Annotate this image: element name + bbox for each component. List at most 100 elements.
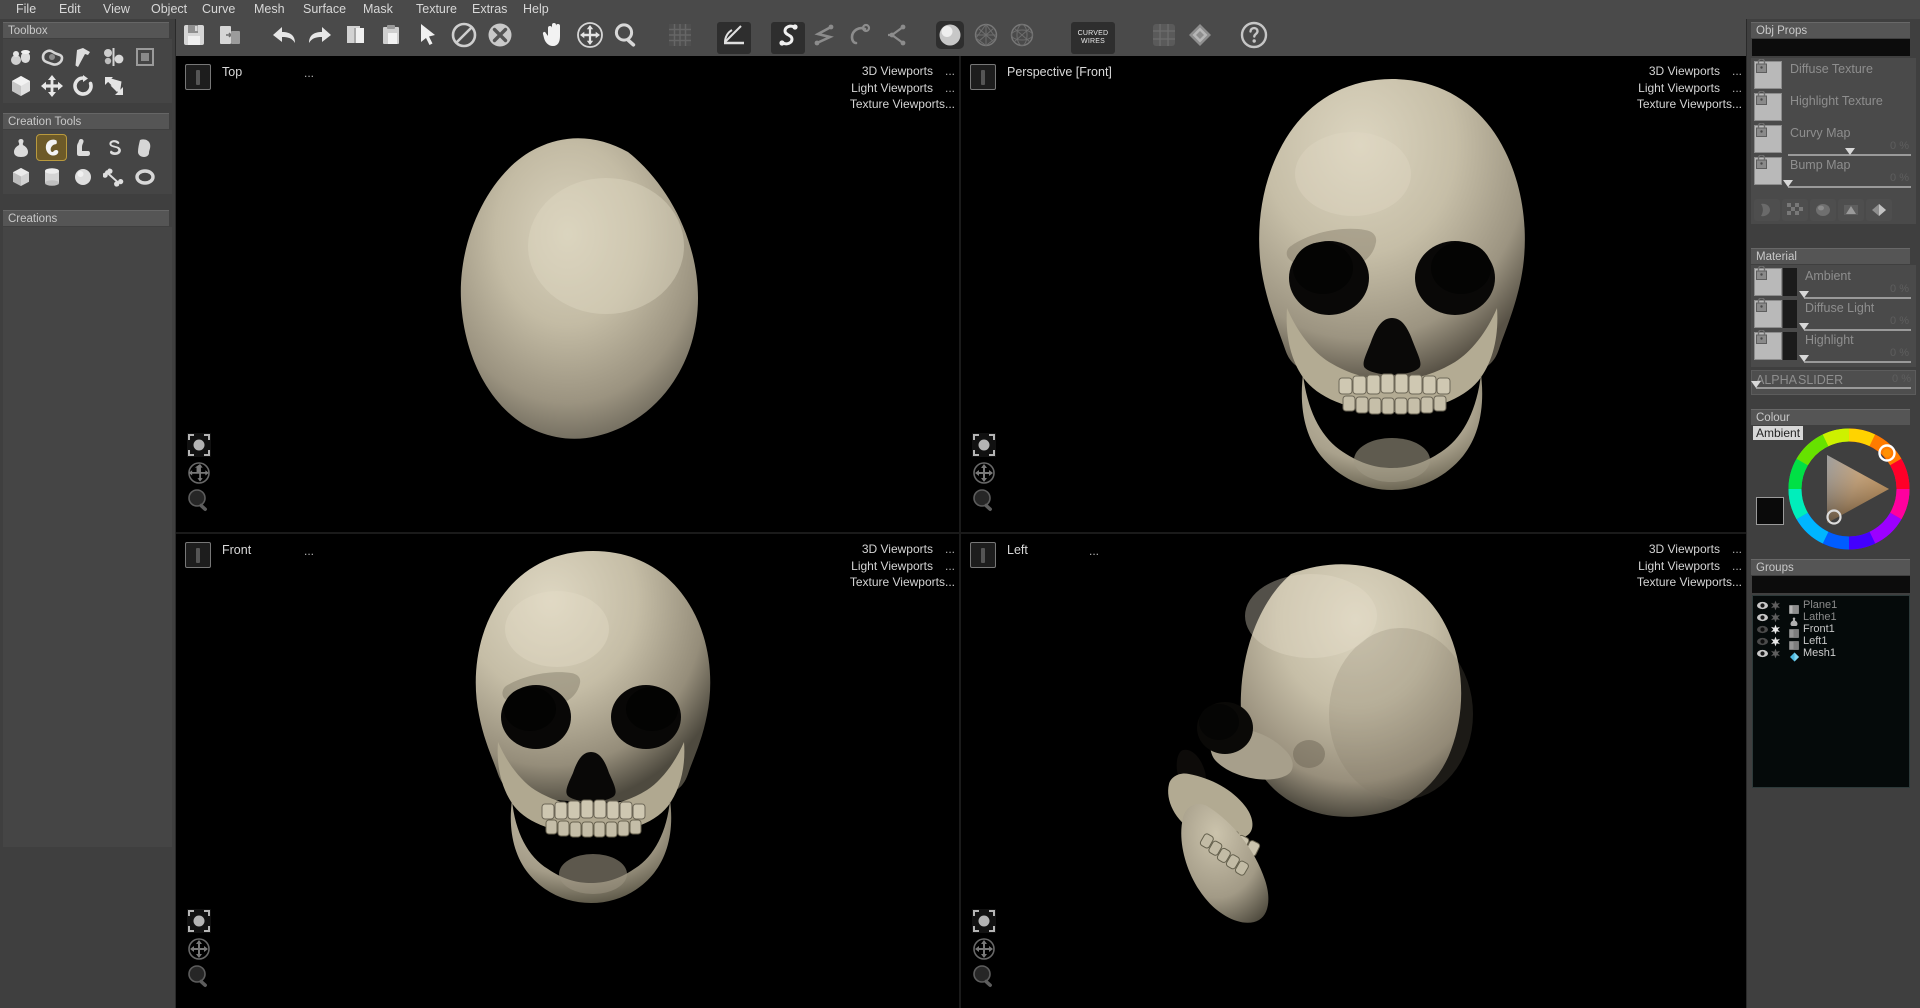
slider-thumb[interactable] <box>1799 355 1809 362</box>
cube-primitive-icon[interactable] <box>5 163 36 190</box>
move-arrows-icon[interactable] <box>573 22 607 54</box>
viewport-front[interactable]: Front ... 3D Viewports... Light Viewport… <box>176 534 959 1008</box>
sphere-texture-icon[interactable] <box>1810 199 1836 221</box>
slider-track[interactable] <box>1788 186 1911 188</box>
texture-slot-swatch[interactable] <box>1754 125 1782 153</box>
menu-view[interactable]: View <box>97 0 136 19</box>
scale-tool-icon[interactable] <box>98 72 129 99</box>
alpha-slider[interactable]: ALPHA SLIDER 0 % <box>1751 370 1916 395</box>
menu-mask[interactable]: Mask <box>357 0 399 19</box>
menu-3d-viewports[interactable]: 3D Viewports... <box>850 63 955 80</box>
curve-points-icon[interactable] <box>879 22 913 54</box>
pan-hand-icon[interactable] <box>537 22 571 54</box>
viewport-title-dots-top[interactable]: ... <box>304 66 314 80</box>
colour-chip[interactable] <box>1783 332 1797 360</box>
pan-view-icon[interactable] <box>186 936 212 962</box>
slider-thumb[interactable] <box>1783 180 1793 187</box>
curve-polyline-icon[interactable] <box>807 22 841 54</box>
menu-mesh[interactable]: Mesh <box>248 0 291 19</box>
torus-primitive-icon[interactable] <box>129 163 160 190</box>
menu-3d-viewports[interactable]: 3D Viewports... <box>1637 63 1742 80</box>
balance-icon[interactable] <box>98 43 129 70</box>
property-slider[interactable]: 0 % <box>1804 297 1911 299</box>
no-entry-icon[interactable] <box>447 22 481 54</box>
viewport-axis-gizmo-perspective[interactable] <box>970 64 996 90</box>
group-list-item[interactable]: Left1 <box>1756 636 1906 648</box>
wireframe-sphere-2-icon[interactable] <box>1005 22 1039 54</box>
box-select-icon[interactable] <box>129 43 160 70</box>
menu-curve[interactable]: Curve <box>196 0 241 19</box>
gradient-texture-icon[interactable] <box>1838 199 1864 221</box>
primitives-icon[interactable] <box>5 43 36 70</box>
viewport-axis-gizmo-top[interactable] <box>185 64 211 90</box>
wireframe-sphere-icon[interactable] <box>969 22 1003 54</box>
diamond-icon[interactable] <box>1183 22 1217 54</box>
groups-list[interactable]: Plane1Lathe1Front1Left1Mesh1 <box>1752 595 1910 788</box>
curve-arc-icon[interactable] <box>843 22 877 54</box>
cube-icon[interactable] <box>5 72 36 99</box>
viewport-left[interactable]: Left ... 3D Viewports... Light Viewports… <box>961 534 1746 1008</box>
property-slider[interactable]: 0 % <box>1788 186 1911 188</box>
hammer-icon[interactable] <box>67 43 98 70</box>
pan-view-icon[interactable] <box>971 460 997 486</box>
colour-channel-tag[interactable]: Ambient <box>1753 426 1803 440</box>
texture-slot-swatch[interactable] <box>1754 332 1782 360</box>
menu-surface[interactable]: Surface <box>297 0 352 19</box>
zoom-magnifier-icon[interactable] <box>609 22 643 54</box>
menu-texture-viewports[interactable]: Texture Viewports... <box>1637 574 1742 591</box>
curve-lathe-icon[interactable] <box>36 134 67 161</box>
viewport-perspective[interactable]: Perspective [Front] 3D Viewports... Ligh… <box>961 56 1746 532</box>
bevel-texture-icon[interactable] <box>1866 199 1892 221</box>
move-tool-icon[interactable] <box>36 72 67 99</box>
group-list-item[interactable]: Plane1 <box>1756 600 1906 612</box>
angle-measure-icon[interactable] <box>717 22 751 54</box>
property-slider[interactable]: 0 % <box>1804 361 1911 363</box>
slider-track[interactable] <box>1788 154 1911 156</box>
save-as-icon[interactable] <box>213 22 247 54</box>
slider-track[interactable] <box>1804 361 1911 363</box>
creations-body[interactable] <box>3 227 172 847</box>
colour-selected-swatch[interactable] <box>1756 497 1784 525</box>
curve-smooth-icon[interactable] <box>771 22 805 54</box>
group-list-item[interactable]: Mesh1 <box>1756 648 1906 660</box>
fit-view-icon[interactable] <box>971 432 997 458</box>
menu-help[interactable]: Help <box>517 0 555 19</box>
slider-track[interactable] <box>1804 297 1911 299</box>
colour-wheel[interactable] <box>1787 427 1911 551</box>
checker-texture-icon[interactable] <box>1782 199 1808 221</box>
copy-icon[interactable] <box>339 22 373 54</box>
cylinder-primitive-icon[interactable] <box>36 163 67 190</box>
menu-texture-viewports[interactable]: Texture Viewports... <box>850 574 955 591</box>
shaded-sphere-icon[interactable] <box>933 22 967 54</box>
viewport-axis-gizmo-front[interactable] <box>185 542 211 568</box>
plane-grid-icon[interactable] <box>1147 22 1181 54</box>
help-question-icon[interactable] <box>1237 22 1271 54</box>
save-icon[interactable] <box>177 22 211 54</box>
redo-icon[interactable] <box>303 22 337 54</box>
menu-edit[interactable]: Edit <box>53 0 87 19</box>
fit-view-icon[interactable] <box>971 908 997 934</box>
viewport-axis-gizmo-left[interactable] <box>970 542 996 568</box>
menu-3d-viewports[interactable]: 3D Viewports... <box>1637 541 1742 558</box>
zoom-view-icon[interactable] <box>971 964 997 990</box>
deform-icon[interactable] <box>36 43 67 70</box>
menu-object[interactable]: Object <box>145 0 193 19</box>
group-list-item[interactable]: Front1 <box>1756 624 1906 636</box>
colour-chip[interactable] <box>1783 268 1797 296</box>
zoom-view-icon[interactable] <box>971 488 997 514</box>
colour-chip[interactable] <box>1783 300 1797 328</box>
viewport-title-dots-left[interactable]: ... <box>1089 544 1099 558</box>
viewport-top[interactable]: Top ... 3D Viewports... Light Viewports.… <box>176 56 959 532</box>
texture-slot-swatch[interactable] <box>1754 61 1782 89</box>
slider-thumb[interactable] <box>1799 323 1809 330</box>
texture-slot-swatch[interactable] <box>1754 157 1782 185</box>
paste-icon[interactable] <box>375 22 409 54</box>
blob-icon[interactable] <box>129 134 160 161</box>
pan-view-icon[interactable] <box>186 460 212 486</box>
menu-texture[interactable]: Texture <box>410 0 463 19</box>
zoom-view-icon[interactable] <box>186 488 212 514</box>
menu-extras[interactable]: Extras <box>466 0 513 19</box>
undo-icon[interactable] <box>267 22 301 54</box>
s-shape-icon[interactable] <box>98 134 129 161</box>
menu-light-viewports[interactable]: Light Viewports... <box>850 80 955 97</box>
